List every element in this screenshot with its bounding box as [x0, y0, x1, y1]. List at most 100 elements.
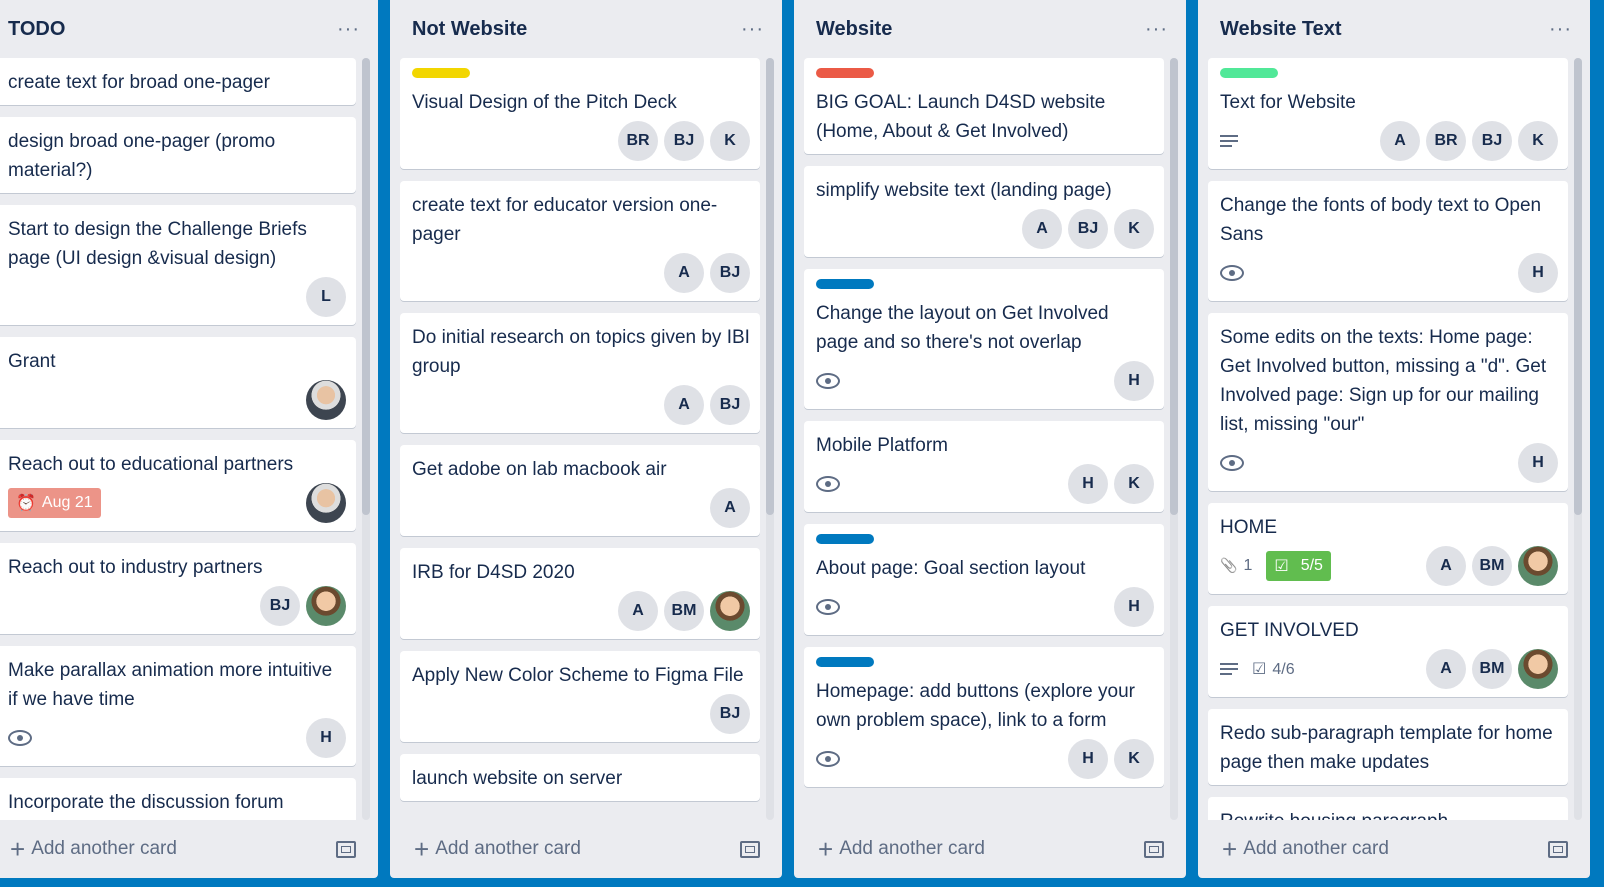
member-avatar[interactable]: BM: [1472, 649, 1512, 689]
card[interactable]: Start to design the Challenge Briefs pag…: [0, 205, 356, 325]
member-avatar-photo[interactable]: [1518, 649, 1558, 689]
add-card-button[interactable]: + Add another card: [1222, 836, 1389, 862]
card[interactable]: BIG GOAL: Launch D4SD website (Home, Abo…: [804, 58, 1164, 154]
card[interactable]: Mobile Platform H K: [804, 421, 1164, 512]
card-badges-row: 📎 1 ☑ 5/5 A BM: [1220, 546, 1558, 586]
list-scrollbar[interactable]: [1574, 58, 1582, 820]
member-avatar[interactable]: A: [1426, 649, 1466, 689]
list-title[interactable]: Website: [816, 18, 892, 41]
list-title[interactable]: Website Text: [1220, 18, 1342, 41]
member-avatar[interactable]: A: [618, 591, 658, 631]
card[interactable]: Change the layout on Get Involved page a…: [804, 269, 1164, 409]
list-menu-button[interactable]: ···: [1549, 18, 1572, 41]
member-avatar-photo[interactable]: [306, 483, 346, 523]
due-date-badge[interactable]: ⏰ Aug 21: [8, 488, 101, 518]
list-scrollbar[interactable]: [766, 58, 774, 820]
card[interactable]: Text for Website A BR BJ K: [1208, 58, 1568, 169]
add-card-button[interactable]: + Add another card: [818, 836, 985, 862]
member-avatar[interactable]: L: [306, 277, 346, 317]
card[interactable]: Get adobe on lab macbook air A: [400, 445, 760, 536]
add-card-label: Add another card: [1243, 838, 1389, 859]
member-avatar[interactable]: H: [306, 718, 346, 758]
member-avatar[interactable]: A: [1380, 121, 1420, 161]
member-avatar[interactable]: K: [1114, 464, 1154, 504]
card[interactable]: simplify website text (landing page) A BJ K: [804, 166, 1164, 257]
card-label[interactable]: [816, 534, 874, 544]
member-avatar[interactable]: H: [1114, 361, 1154, 401]
member-avatar[interactable]: BJ: [710, 253, 750, 293]
card[interactable]: About page: Goal section layout H: [804, 524, 1164, 635]
list-scrollbar[interactable]: [362, 58, 370, 820]
member-avatar[interactable]: BJ: [1068, 209, 1108, 249]
member-avatar[interactable]: BJ: [1472, 121, 1512, 161]
member-avatar-photo[interactable]: [306, 586, 346, 626]
member-avatar[interactable]: A: [664, 385, 704, 425]
card-label[interactable]: [1220, 68, 1278, 78]
list-scrollbar[interactable]: [1170, 58, 1178, 820]
scrollbar-thumb[interactable]: [362, 58, 370, 516]
card[interactable]: Make parallax animation more intuitive i…: [0, 646, 356, 766]
card[interactable]: create text for educator version one-pag…: [400, 181, 760, 301]
list-menu-button[interactable]: ···: [1145, 18, 1168, 41]
card[interactable]: launch website on server: [400, 754, 760, 801]
card[interactable]: Some edits on the texts: Home page: Get …: [1208, 313, 1568, 491]
member-avatar[interactable]: BR: [618, 121, 658, 161]
card[interactable]: Visual Design of the Pitch Deck BR BJ K: [400, 58, 760, 169]
card[interactable]: Change the fonts of body text to Open Sa…: [1208, 181, 1568, 301]
add-card-button[interactable]: + Add another card: [10, 836, 177, 862]
card[interactable]: Do initial research on topics given by I…: [400, 313, 760, 433]
list-title[interactable]: TODO: [8, 18, 65, 41]
card[interactable]: Rewrite housing paragraph: [1208, 797, 1568, 820]
member-avatar[interactable]: BR: [1426, 121, 1466, 161]
member-avatar[interactable]: K: [1114, 739, 1154, 779]
card-label[interactable]: [816, 68, 874, 78]
member-avatar[interactable]: A: [1022, 209, 1062, 249]
card[interactable]: IRB for D4SD 2020 A BM: [400, 548, 760, 639]
card[interactable]: Reach out to industry partners BJ: [0, 543, 356, 634]
card[interactable]: Grant: [0, 337, 356, 428]
card[interactable]: Reach out to educational partners ⏰ Aug 21: [0, 440, 356, 531]
card[interactable]: Incorporate the discussion forum: [0, 778, 356, 820]
member-avatar[interactable]: BJ: [260, 586, 300, 626]
member-avatar[interactable]: BJ: [710, 694, 750, 734]
member-avatar[interactable]: K: [1518, 121, 1558, 161]
card-template-icon[interactable]: [740, 840, 760, 858]
member-avatar-photo[interactable]: [306, 380, 346, 420]
list-menu-button[interactable]: ···: [741, 18, 764, 41]
card[interactable]: GET INVOLVED ☑ 4/6 A BM: [1208, 606, 1568, 697]
member-avatar[interactable]: H: [1518, 443, 1558, 483]
member-avatar[interactable]: BJ: [710, 385, 750, 425]
add-card-button[interactable]: + Add another card: [414, 836, 581, 862]
member-avatar[interactable]: H: [1518, 253, 1558, 293]
member-avatar[interactable]: H: [1068, 464, 1108, 504]
scrollbar-thumb[interactable]: [766, 58, 774, 516]
scrollbar-thumb[interactable]: [1574, 58, 1582, 516]
member-avatar[interactable]: A: [710, 488, 750, 528]
member-avatar[interactable]: H: [1114, 587, 1154, 627]
member-avatar[interactable]: BM: [1472, 546, 1512, 586]
card[interactable]: Redo sub-paragraph template for home pag…: [1208, 709, 1568, 785]
member-avatar[interactable]: K: [710, 121, 750, 161]
card[interactable]: design broad one-pager (promo material?): [0, 117, 356, 193]
card-template-icon[interactable]: [1548, 840, 1568, 858]
card[interactable]: create text for broad one-pager: [0, 58, 356, 105]
member-avatar-photo[interactable]: [1518, 546, 1558, 586]
member-avatar[interactable]: BJ: [664, 121, 704, 161]
card-template-icon[interactable]: [1144, 840, 1164, 858]
card-label[interactable]: [816, 657, 874, 667]
card-label[interactable]: [412, 68, 470, 78]
card[interactable]: HOME 📎 1 ☑ 5/5 A BM: [1208, 503, 1568, 594]
card-label[interactable]: [816, 279, 874, 289]
member-avatar[interactable]: H: [1068, 739, 1108, 779]
card[interactable]: Apply New Color Scheme to Figma File BJ: [400, 651, 760, 742]
member-avatar[interactable]: A: [1426, 546, 1466, 586]
list-title[interactable]: Not Website: [412, 18, 527, 41]
member-avatar[interactable]: A: [664, 253, 704, 293]
member-avatar[interactable]: K: [1114, 209, 1154, 249]
member-avatar[interactable]: BM: [664, 591, 704, 631]
scrollbar-thumb[interactable]: [1170, 58, 1178, 516]
list-menu-button[interactable]: ···: [337, 18, 360, 41]
card[interactable]: Homepage: add buttons (explore your own …: [804, 647, 1164, 787]
card-template-icon[interactable]: [336, 840, 356, 858]
member-avatar-photo[interactable]: [710, 591, 750, 631]
